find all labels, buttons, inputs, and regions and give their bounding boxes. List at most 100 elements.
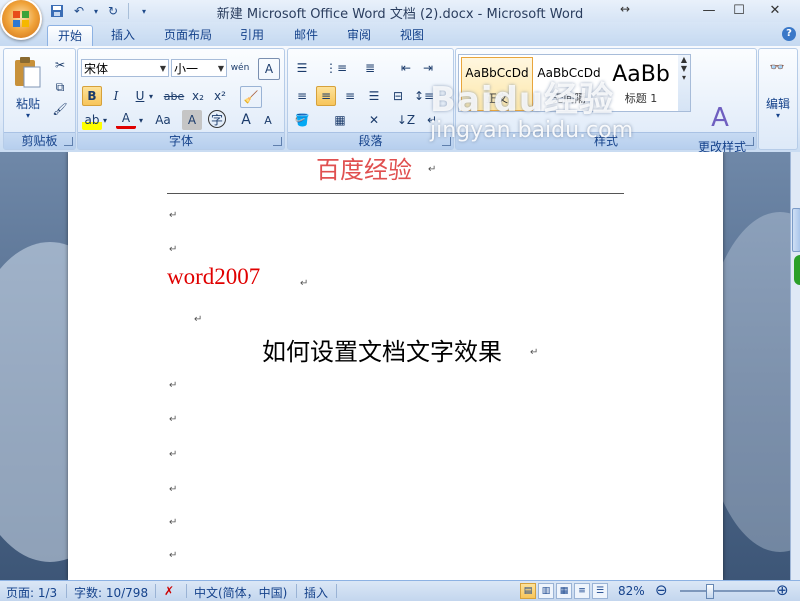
- print-layout-view-icon[interactable]: ▤: [520, 583, 536, 599]
- close-button[interactable]: ✕: [760, 0, 790, 20]
- redo-icon[interactable]: ↻: [104, 2, 122, 20]
- word-count[interactable]: 字数: 10/798: [74, 584, 148, 601]
- ribbon-tabs: 开始 插入 页面布局 引用 邮件 审阅 视图 ?: [0, 22, 800, 47]
- align-center-icon[interactable]: ≡: [316, 86, 336, 106]
- insert-mode-status[interactable]: 插入: [304, 584, 328, 601]
- subscript-button[interactable]: x₂: [188, 86, 208, 106]
- paragraph-mark: ↵: [169, 484, 178, 495]
- style-name: 标题 1: [624, 92, 658, 105]
- word2007-text[interactable]: word2007: [167, 264, 260, 290]
- multilevel-list-icon[interactable]: ≣: [360, 58, 380, 78]
- maximize-button[interactable]: ☐: [724, 0, 754, 20]
- help-icon[interactable]: ?: [782, 27, 796, 41]
- character-shading-button[interactable]: A: [182, 110, 202, 130]
- change-case-button[interactable]: Aa: [150, 110, 176, 130]
- baidu-url-watermark: jingyan.baidu.com: [430, 118, 634, 143]
- borders-icon[interactable]: ▦: [330, 110, 350, 130]
- cut-icon[interactable]: ✂: [50, 55, 70, 75]
- clear-formatting-icon[interactable]: 🧹: [240, 86, 262, 108]
- page-count[interactable]: 页面: 1/3: [6, 584, 57, 601]
- find-binoculars-icon[interactable]: 👓: [767, 57, 787, 77]
- change-styles-icon[interactable]: A: [702, 102, 738, 134]
- shrink-font-button[interactable]: A: [258, 110, 278, 130]
- character-border-icon[interactable]: A: [258, 58, 280, 80]
- paragraph-mark: ↵: [194, 314, 203, 325]
- minimize-button[interactable]: —: [694, 0, 724, 20]
- undo-dropdown-icon[interactable]: ▾: [92, 2, 100, 20]
- font-launcher-icon[interactable]: [273, 137, 282, 146]
- font-color-icon[interactable]: A: [116, 110, 136, 129]
- highlight-dropdown-icon[interactable]: ▾: [100, 110, 110, 130]
- align-left-icon[interactable]: ≡: [292, 86, 312, 106]
- font-group: 宋体 ▼ 小一 ▼ wén A B I U ▾ abe x₂ x² 🧹 ab ▾ A…: [77, 48, 285, 150]
- bold-button[interactable]: B: [82, 86, 102, 106]
- tab-page-layout[interactable]: 页面布局: [158, 25, 218, 46]
- web-layout-icon[interactable]: ▦: [556, 583, 572, 599]
- zoom-level[interactable]: 82%: [618, 584, 645, 598]
- document-heading[interactable]: 如何设置文档文字效果: [262, 332, 502, 367]
- paragraph-mark: ↵: [169, 244, 178, 255]
- paste-icon[interactable]: [10, 53, 44, 91]
- format-painter-icon[interactable]: 🖌: [50, 99, 70, 119]
- undo-icon[interactable]: ↶: [70, 2, 88, 20]
- tab-view[interactable]: 视图: [392, 25, 432, 46]
- clipboard-launcher-icon[interactable]: [64, 137, 73, 146]
- numbering-icon[interactable]: ⋮≡: [325, 58, 347, 78]
- zoom-in-icon[interactable]: ⊕: [776, 581, 789, 599]
- document-page[interactable]: 百度经验 ↵ ↵ ↵ word2007 ↵ ↵ 如何设置文档文字效果 ↵ ↵ ↵…: [68, 152, 723, 580]
- italic-button[interactable]: I: [106, 86, 126, 106]
- draft-view-icon[interactable]: ☰: [592, 583, 608, 599]
- font-size-value: 小一: [174, 62, 199, 76]
- enclose-characters-icon[interactable]: 字: [208, 110, 226, 128]
- font-size-combo[interactable]: 小一 ▼: [171, 59, 227, 77]
- shading-icon[interactable]: 🪣: [292, 110, 312, 130]
- scrollbar-thumb[interactable]: [792, 208, 800, 252]
- editing-group: 👓 编辑 ▾: [758, 48, 798, 150]
- ribbon: 粘贴 ▾ ✂ ⧉ 🖌 剪贴板 宋体 ▼ 小一 ▼ wén A B I U ▾ abe…: [0, 46, 800, 154]
- justify-icon[interactable]: ☰: [364, 86, 384, 106]
- decrease-indent-icon[interactable]: ⇤: [396, 58, 416, 78]
- strikethrough-button[interactable]: abe: [164, 86, 185, 106]
- document-area[interactable]: 百度经验 ↵ ↵ ↵ word2007 ↵ ↵ 如何设置文档文字效果 ↵ ↵ ↵…: [0, 152, 790, 580]
- zoom-slider-thumb[interactable]: [706, 584, 714, 599]
- bullets-icon[interactable]: ☰: [292, 58, 312, 78]
- zoom-out-icon[interactable]: ⊖: [655, 581, 668, 599]
- office-button[interactable]: [0, 0, 42, 40]
- font-name-combo[interactable]: 宋体 ▼: [81, 59, 169, 77]
- tab-mailings[interactable]: 邮件: [286, 25, 326, 46]
- chinese-layout-icon[interactable]: ✕: [364, 110, 384, 130]
- language-status[interactable]: 中文(简体，中国): [194, 584, 287, 601]
- paragraph-group-label: 段落: [288, 132, 453, 149]
- superscript-button[interactable]: x²: [210, 86, 230, 106]
- zoom-slider-track[interactable]: [680, 590, 775, 592]
- style-tile-heading1[interactable]: AaBb 标题 1: [605, 57, 677, 111]
- proofing-icon[interactable]: ✗: [164, 584, 174, 598]
- highlight-icon[interactable]: ab: [82, 110, 102, 130]
- phonetic-guide-icon[interactable]: wén: [230, 58, 250, 78]
- distributed-icon[interactable]: ⊟: [388, 86, 408, 106]
- sort-icon[interactable]: ↓Z: [396, 110, 416, 130]
- copy-icon[interactable]: ⧉: [50, 77, 70, 97]
- tab-insert[interactable]: 插入: [103, 25, 143, 46]
- font-color-dropdown-icon[interactable]: ▾: [136, 110, 146, 130]
- baidu-logo-watermark: Baidu经验: [430, 80, 615, 120]
- paragraph-mark: ↵: [300, 278, 309, 289]
- tab-references[interactable]: 引用: [232, 25, 272, 46]
- side-green-tab: [794, 255, 800, 285]
- status-bar: 页面: 1/3 字数: 10/798 ✗ 中文(简体，中国) 插入 ▤ ▥ ▦ …: [0, 580, 800, 601]
- grow-font-button[interactable]: A: [236, 110, 256, 130]
- editing-dropdown-icon[interactable]: ▾: [759, 111, 797, 120]
- tab-review[interactable]: 审阅: [339, 25, 379, 46]
- outline-view-icon[interactable]: ≡: [574, 583, 590, 599]
- paste-label[interactable]: 粘贴: [9, 95, 47, 112]
- save-icon[interactable]: [48, 2, 66, 20]
- editing-label[interactable]: 编辑: [759, 95, 797, 112]
- header-text[interactable]: 百度经验: [316, 152, 412, 185]
- tab-home[interactable]: 开始: [47, 25, 93, 47]
- full-screen-reading-icon[interactable]: ▥: [538, 583, 554, 599]
- underline-dropdown-icon[interactable]: ▾: [146, 86, 156, 106]
- style-gallery-scroll[interactable]: ▲ ▼ ▾: [678, 54, 691, 112]
- align-right-icon[interactable]: ≡: [340, 86, 360, 106]
- paste-dropdown-icon[interactable]: ▾: [18, 111, 38, 120]
- vertical-scrollbar[interactable]: [790, 152, 800, 580]
